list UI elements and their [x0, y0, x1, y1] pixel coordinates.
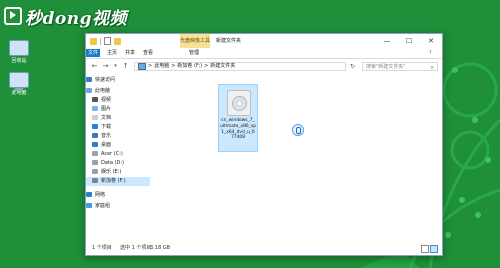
status-selected-count: 选中 1 个项目 — [120, 245, 152, 251]
nav-item-label: Data (D:) — [101, 160, 124, 166]
file-item-iso[interactable]: cn_windows_7_ultimate_x86_sp1_x64_dvd_u_… — [218, 84, 258, 152]
drive-icon — [92, 160, 98, 165]
nav-item-label: 家庭组 — [95, 203, 111, 209]
title-bar: 光盘映像工具 新建文件夹 — ☐ ✕ — [86, 34, 442, 48]
watermark-text: 秒dong视频 — [25, 8, 127, 29]
status-selected-size: 3.18 GB — [150, 245, 171, 251]
ribbon-tabs: 文件 主页 共享 查看 管理 ? — [86, 48, 442, 59]
nav-item-label: 此电脑 — [95, 88, 111, 94]
forward-arrow-icon[interactable]: → — [101, 62, 110, 71]
desktop-icon-pc[interactable]: 此电脑 — [2, 72, 36, 96]
tab-view[interactable]: 查看 — [140, 49, 156, 57]
nav-item-label: 音乐 — [101, 133, 112, 139]
folder-icon — [90, 37, 97, 45]
status-item-count: 1 个项目 — [92, 245, 112, 251]
breadcrumb-drive-f[interactable]: 新加卷 (F:) — [177, 62, 202, 71]
explorer-window: 光盘映像工具 新建文件夹 — ☐ ✕ 文件 主页 共享 查看 管理 ? ← → … — [85, 33, 443, 256]
nav-item-videos[interactable]: 视频 — [92, 96, 156, 105]
drive-icon — [92, 151, 98, 156]
up-arrow-icon[interactable]: ↑ — [121, 62, 130, 71]
nav-item-drive-e[interactable]: 娱乐 (E:) — [92, 168, 156, 177]
tab-share[interactable]: 共享 — [122, 49, 138, 57]
drive-icon — [92, 169, 98, 174]
tab-file[interactable]: 文件 — [86, 49, 100, 57]
file-name: cn_windows_7_ultimate_x86_sp1_x64_dvd_u_… — [220, 118, 256, 141]
help-icon[interactable]: ? — [426, 49, 435, 57]
nav-item-drive-c[interactable]: Acer (C:) — [92, 150, 156, 159]
nav-item-label: 桌面 — [101, 142, 112, 148]
nav-item-label: 文档 — [101, 115, 112, 121]
download-icon — [92, 124, 98, 129]
desktop-icon — [92, 142, 98, 147]
address-bar[interactable]: > 此电脑 > 新加卷 (F:) > 新建文件夹 — [134, 62, 346, 71]
nav-item-desktop[interactable]: 桌面 — [92, 141, 156, 150]
disc-image-icon — [227, 90, 251, 116]
search-input[interactable]: 搜索"新建文件夹" ⌕ — [362, 62, 438, 71]
busy-cursor-icon — [292, 124, 304, 136]
tab-home[interactable]: 主页 — [104, 49, 120, 57]
address-separator: > — [171, 63, 176, 69]
nav-item-drive-d[interactable]: Data (D:) — [92, 159, 156, 168]
maximize-button[interactable]: ☐ — [398, 34, 420, 48]
close-button[interactable]: ✕ — [420, 34, 442, 48]
nav-item-network[interactable]: 网络 — [86, 191, 150, 200]
nav-item-label: 新加卷 (F:) — [101, 178, 126, 184]
desktop-icon-label: 回收站 — [11, 58, 27, 64]
pc-icon — [86, 88, 92, 93]
nav-item-label: 视频 — [101, 97, 112, 103]
address-separator: > — [204, 63, 209, 69]
window-title: 新建文件夹 — [216, 38, 242, 44]
status-bar: 1 个项目 选中 1 个项目 3.18 GB — [86, 242, 442, 254]
file-list: cn_windows_7_ultimate_x86_sp1_x64_dvd_u_… — [152, 76, 440, 240]
minimize-button[interactable]: — — [376, 34, 398, 48]
play-icon — [4, 7, 22, 25]
video-icon — [92, 97, 98, 102]
nav-item-downloads[interactable]: 下载 — [92, 123, 156, 132]
navigation-pane: 快速访问 此电脑 视频 图片 文档 下载 音乐 桌面 Acer (C:) Dat… — [86, 76, 150, 240]
nav-item-label: 娱乐 (E:) — [101, 169, 122, 175]
nav-item-label: Acer (C:) — [101, 151, 123, 157]
nav-item-label: 下载 — [101, 124, 112, 130]
nav-item-music[interactable]: 音乐 — [92, 132, 156, 141]
homegroup-icon — [86, 203, 92, 208]
pc-icon — [138, 63, 146, 70]
back-arrow-icon[interactable]: ← — [90, 62, 99, 71]
documents-icon — [92, 115, 98, 120]
properties-icon[interactable] — [104, 37, 111, 45]
nav-item-label: 图片 — [101, 106, 112, 112]
breadcrumb-this-pc[interactable]: 此电脑 — [154, 62, 169, 71]
address-separator: > — [148, 63, 153, 69]
nav-item-documents[interactable]: 文档 — [92, 114, 156, 123]
separator — [100, 37, 101, 45]
context-tab-disc-image[interactable]: 光盘映像工具 — [180, 34, 210, 48]
star-icon — [86, 77, 92, 82]
quick-access-toolbar — [90, 37, 121, 45]
recent-chevron-icon[interactable]: ▾ — [111, 62, 120, 71]
nav-item-pictures[interactable]: 图片 — [92, 105, 156, 114]
new-folder-icon[interactable] — [114, 37, 121, 45]
music-icon — [92, 133, 98, 138]
search-icon: ⌕ — [430, 64, 434, 71]
address-row: ← → ▾ ↑ > 此电脑 > 新加卷 (F:) > 新建文件夹 ↻ 搜索"新建… — [86, 59, 442, 75]
nav-item-this-pc[interactable]: 此电脑 — [86, 87, 150, 96]
details-view-icon[interactable] — [421, 245, 429, 253]
search-placeholder: 搜索"新建文件夹" — [366, 64, 406, 70]
watermark-logo: 秒dong视频 — [4, 2, 127, 30]
tab-manage[interactable]: 管理 — [186, 49, 202, 57]
nav-item-homegroup[interactable]: 家庭组 — [86, 202, 150, 211]
computer-icon — [9, 72, 29, 91]
network-icon — [86, 192, 92, 197]
desktop-icon-recycle[interactable]: 回收站 — [2, 40, 36, 64]
recycle-bin-icon — [9, 40, 29, 56]
breadcrumb-new-folder[interactable]: 新建文件夹 — [210, 62, 235, 71]
nav-item-label: 快速访问 — [95, 77, 116, 83]
refresh-icon[interactable]: ↻ — [348, 62, 357, 71]
nav-item-label: 网络 — [95, 192, 106, 198]
drive-icon — [92, 178, 98, 183]
nav-item-quick-access[interactable]: 快速访问 — [86, 76, 150, 85]
pictures-icon — [92, 106, 98, 111]
nav-item-drive-f[interactable]: 新加卷 (F:) — [86, 177, 150, 186]
large-icons-view-icon[interactable] — [430, 245, 438, 253]
